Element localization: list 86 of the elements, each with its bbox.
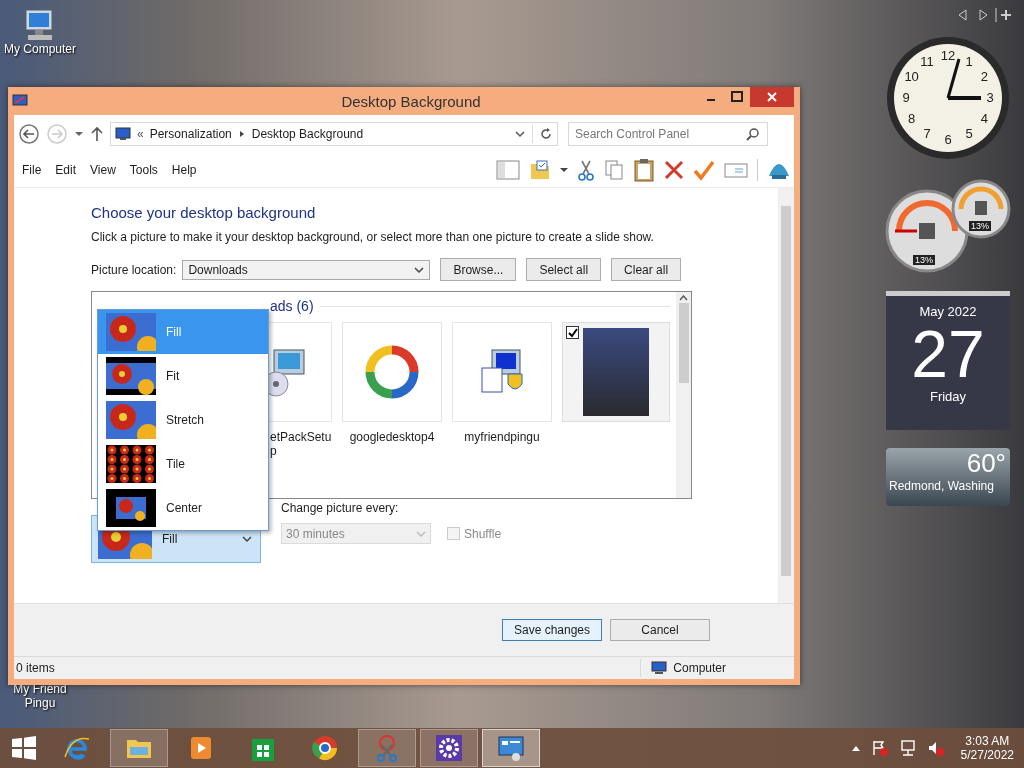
- flower-thumbnail-icon: [106, 489, 156, 527]
- picture-label: googledesktop4: [348, 430, 436, 444]
- close-icon[interactable]: [750, 87, 794, 107]
- menu-item[interactable]: File: [16, 163, 48, 177]
- status-location: Computer: [673, 661, 726, 675]
- analog-clock-drawing: 11 12 1 10 2 9 3 8 4 7 6 5: [885, 35, 1011, 161]
- weather-city: Redmond, Washing: [889, 479, 995, 493]
- breadcrumb-item[interactable]: Desktop Background: [251, 127, 364, 141]
- picture-thumbnail[interactable]: [452, 322, 552, 422]
- display-icon: [12, 94, 28, 108]
- swirl-logo-icon: [364, 344, 420, 400]
- position-option[interactable]: Stretch: [98, 398, 268, 442]
- control-panel-icon: [115, 127, 131, 141]
- desktop-icon-label[interactable]: My Computer: [1, 42, 79, 56]
- menu-item[interactable]: Tools: [123, 163, 164, 177]
- flower-thumbnail-icon: [106, 357, 156, 395]
- taskbar-button[interactable]: [482, 729, 540, 767]
- shuffle-label: Shuffle: [464, 526, 502, 541]
- checkbox[interactable]: [566, 326, 579, 339]
- flag-warning-icon[interactable]: [870, 739, 889, 757]
- picture-location-label: Picture location:: [91, 262, 177, 277]
- up-arrow-icon[interactable]: [90, 126, 104, 142]
- windows-start-icon[interactable]: [10, 734, 38, 762]
- menu-item[interactable]: View: [84, 163, 122, 177]
- calendar-day: 27: [911, 319, 985, 389]
- taskbar-button[interactable]: [420, 729, 478, 767]
- picture-label: myfriendpingu: [463, 430, 541, 444]
- dropdown-caret-icon[interactable]: [74, 129, 84, 139]
- delete-icon[interactable]: [663, 159, 685, 181]
- chevron-down-icon[interactable]: [514, 129, 526, 139]
- picture-thumbnail[interactable]: [562, 322, 670, 422]
- search-icon[interactable]: [746, 127, 760, 141]
- flower-thumbnail-icon: [106, 445, 156, 483]
- folder-check-icon[interactable]: [529, 159, 551, 181]
- description-text: Click a picture to make it your desktop background, or select more than one picture to create a slide show.: [91, 230, 655, 244]
- flower-thumbnail-icon: [106, 313, 156, 351]
- weather-temperature: 60°: [966, 448, 1006, 479]
- paste-icon[interactable]: [633, 158, 655, 182]
- scrollbar[interactable]: [676, 292, 691, 498]
- chevron-down-icon: [242, 535, 252, 543]
- menu-item[interactable]: Help: [165, 163, 203, 177]
- picture-thumbnail[interactable]: [342, 322, 442, 422]
- group-heading[interactable]: ads (6): [270, 298, 314, 314]
- search-field[interactable]: Search Control Panel: [568, 122, 768, 146]
- control-panel-icon: [496, 733, 526, 763]
- picture-label: etPackSetup: [270, 430, 332, 458]
- cpu-reading: 13%: [913, 255, 935, 265]
- breadcrumb-item[interactable]: Personalization: [149, 127, 232, 141]
- action-button[interactable]: Clear all: [611, 258, 682, 281]
- breadcrumb-separator-icon: [237, 130, 246, 138]
- back-icon[interactable]: [18, 123, 40, 145]
- breadcrumb-overflow[interactable]: «: [137, 127, 144, 141]
- picture-location-dropdown[interactable]: Downloads: [182, 259, 431, 280]
- settings-icon: [434, 733, 464, 763]
- taskbar-time[interactable]: 3:03 AM: [965, 734, 1010, 748]
- browser-circle-icon: [310, 733, 340, 763]
- flower-thumbnail-icon: [106, 401, 156, 439]
- show-hidden-icons-icon[interactable]: [850, 744, 861, 752]
- page-heading: Choose your desktop background: [91, 204, 317, 221]
- dialog-button[interactable]: Cancel: [610, 619, 710, 641]
- address-bar[interactable]: « Personalization Desktop Background: [110, 122, 558, 146]
- taskbar-date[interactable]: 5/27/2022: [960, 748, 1014, 762]
- scrollbar[interactable]: [778, 188, 794, 603]
- cut-icon[interactable]: [577, 159, 595, 181]
- refresh-icon[interactable]: [539, 127, 553, 141]
- memory-reading: 13%: [969, 221, 991, 231]
- chevron-down-icon: [414, 265, 425, 274]
- checkmark-icon[interactable]: [693, 159, 715, 181]
- status-item-count: 0 items: [16, 661, 55, 675]
- memory-gauge-drawing: [951, 179, 1011, 239]
- dialog-button[interactable]: Save changes: [502, 619, 602, 641]
- window-title: Desktop Background: [340, 92, 482, 110]
- scroll-up-icon[interactable]: [679, 295, 688, 301]
- action-button[interactable]: Browse...: [440, 258, 517, 281]
- gadget-nav-icon[interactable]: [956, 8, 1014, 25]
- calendar-month: May 2022: [919, 304, 977, 319]
- menu-item[interactable]: Edit: [49, 163, 83, 177]
- computer-icon: [651, 661, 668, 675]
- change-interval-label: Change picture every:: [281, 501, 400, 515]
- dropdown-caret-icon[interactable]: [559, 165, 569, 175]
- position-option[interactable]: Tile: [98, 442, 268, 486]
- position-option[interactable]: Fit: [98, 354, 268, 398]
- network-icon[interactable]: [898, 739, 917, 757]
- calendar-weekday: Friday: [929, 389, 967, 404]
- chevron-down-icon: [416, 529, 426, 538]
- action-button[interactable]: Select all: [526, 258, 602, 281]
